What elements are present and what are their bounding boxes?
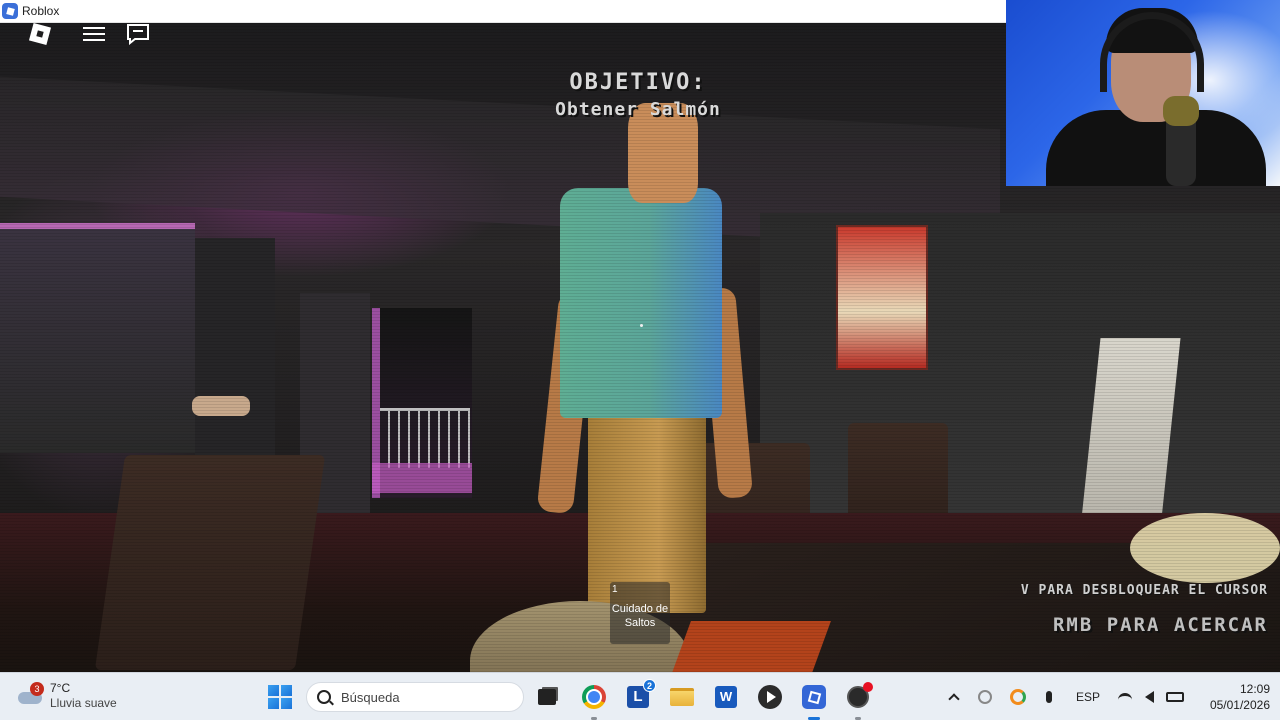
notification-badge: 2	[643, 679, 656, 692]
weather-condition: Lluvia suave	[50, 696, 117, 710]
stool	[192, 396, 250, 416]
windows-start-icon[interactable]	[268, 685, 292, 709]
search-icon	[317, 690, 331, 704]
objective-text: Obtener Salmón	[555, 99, 721, 120]
taskbar-search[interactable]	[306, 682, 524, 712]
obs-icon[interactable]	[842, 681, 874, 720]
clock-date: 05/01/2026	[1209, 698, 1270, 712]
counter-item	[669, 621, 831, 672]
weather-temp: 7°C	[50, 681, 71, 695]
folder-icon[interactable]	[666, 681, 698, 713]
word-icon[interactable]: W	[710, 681, 742, 713]
hamburger-menu-icon[interactable]	[78, 18, 110, 50]
webcam-overlay	[1006, 0, 1280, 186]
chat-icon[interactable]	[122, 18, 154, 50]
objective-heading: OBJETIVO:	[569, 70, 707, 95]
tray-app-icon[interactable]	[976, 683, 994, 711]
task-view-icon[interactable]	[531, 681, 563, 713]
hint-unlock-cursor: V PARA DESBLOQUEAR EL CURSOR	[1020, 583, 1268, 598]
weather-widget[interactable]: 3 7°C Lluvia suave	[18, 681, 117, 711]
chrome-icon[interactable]	[578, 681, 610, 720]
roblox-logo-icon[interactable]	[24, 18, 56, 50]
language-indicator[interactable]: ESP	[1074, 683, 1102, 711]
taskbar: 3 7°C Lluvia suave L2 W ESP 12:09 05/01/…	[0, 672, 1280, 720]
restaurant-window	[0, 223, 195, 453]
play-icon[interactable]	[754, 681, 786, 713]
neon-floor-glow	[372, 463, 472, 493]
plate	[1130, 513, 1280, 583]
npc-torso[interactable]	[560, 188, 722, 418]
volume-icon[interactable]	[1140, 683, 1158, 711]
weather-badge: 3	[30, 682, 44, 696]
sushi-poster	[836, 225, 928, 370]
railing	[380, 408, 470, 468]
chevron-up-icon[interactable]	[944, 683, 964, 711]
l-app-icon[interactable]: L2	[622, 679, 656, 713]
search-input[interactable]	[341, 689, 491, 705]
roblox-icon	[2, 3, 18, 19]
sync-icon[interactable]	[1008, 683, 1028, 711]
window-title: Roblox	[22, 4, 60, 18]
chair	[94, 455, 326, 670]
clock-time: 12:09	[1239, 682, 1270, 696]
slot-number: 1	[612, 584, 618, 595]
wifi-icon[interactable]	[1116, 683, 1134, 711]
crosshair	[640, 324, 643, 327]
hint-zoom: RMB PARA ACERCAR	[1052, 614, 1268, 636]
clock[interactable]: 12:09 05/01/2026	[1194, 681, 1270, 713]
microphone-head	[1163, 96, 1199, 126]
microphone-icon[interactable]	[1040, 683, 1058, 711]
hotbar-slot[interactable]: 1 Cuidado de Saltos	[610, 582, 670, 644]
roblox-taskbar-icon[interactable]	[798, 681, 830, 720]
slot-label: Cuidado de Saltos	[611, 603, 669, 629]
battery-icon[interactable]	[1164, 683, 1186, 711]
cloud-rain-icon: 3	[18, 682, 44, 706]
objective-panel: OBJETIVO: Obtener Salmón	[500, 70, 776, 120]
